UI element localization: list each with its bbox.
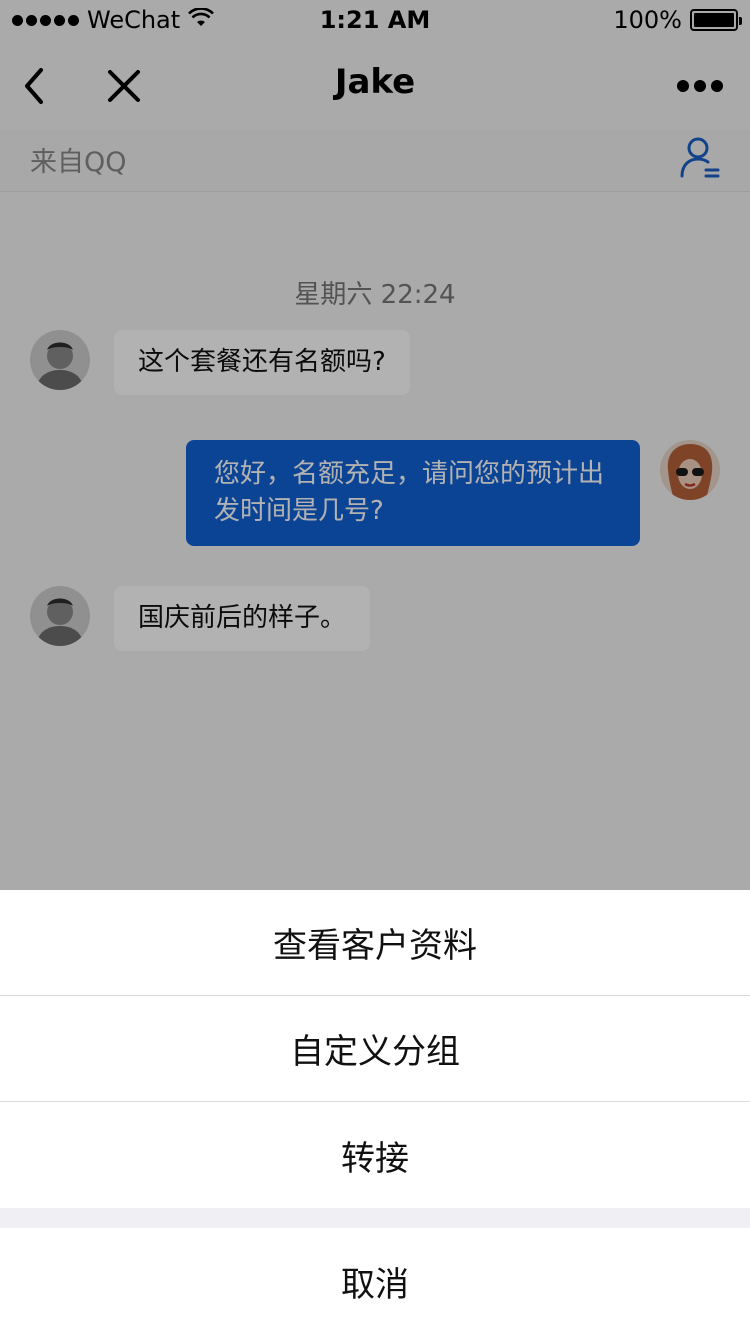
- screen: WeChat 1:21 AM 100% Jake 来自QQ 星期六 22:24 …: [0, 0, 750, 1334]
- modal-overlay[interactable]: [0, 0, 750, 890]
- battery-icon: [690, 9, 742, 31]
- transfer-button[interactable]: 转接: [0, 1102, 750, 1208]
- status-bar-right: 100%: [613, 6, 742, 34]
- battery-percent: 100%: [613, 6, 682, 34]
- cancel-button[interactable]: 取消: [0, 1228, 750, 1334]
- action-sheet: 查看客户资料 自定义分组 转接 取消: [0, 890, 750, 1334]
- custom-group-button[interactable]: 自定义分组: [0, 996, 750, 1102]
- view-customer-profile-button[interactable]: 查看客户资料: [0, 890, 750, 996]
